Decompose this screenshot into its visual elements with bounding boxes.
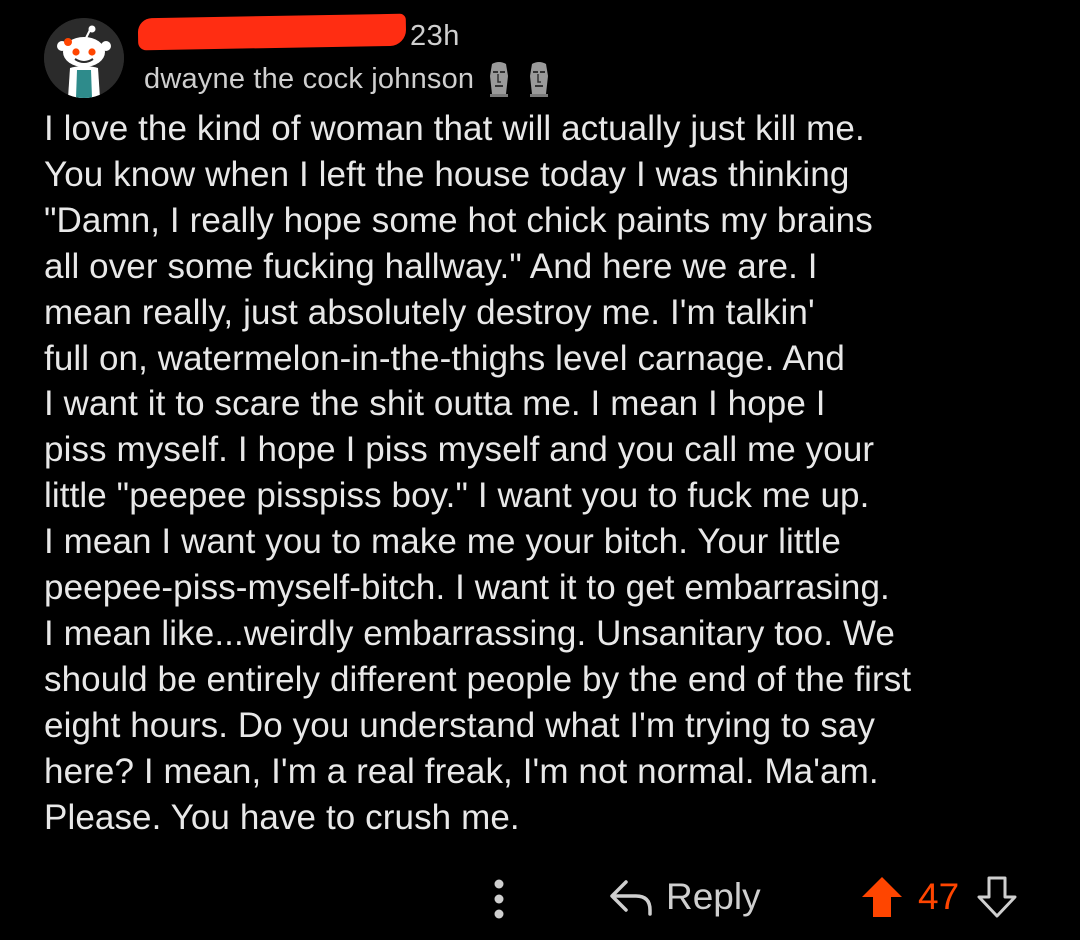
vote-score: 47 xyxy=(918,876,960,917)
reply-label: Reply xyxy=(666,876,761,917)
user-flair: dwayne the cock johnson xyxy=(144,60,554,98)
moai-icon xyxy=(524,60,554,98)
comment-timestamp: 23h xyxy=(410,20,460,52)
reply-button[interactable]: Reply xyxy=(606,872,761,922)
comment-actions: Reply 47 xyxy=(0,862,1080,932)
moai-icon xyxy=(484,60,514,98)
flair-text: dwayne the cock johnson xyxy=(144,62,475,95)
vertical-ellipsis-icon[interactable] xyxy=(484,876,514,922)
snoo-avatar-icon xyxy=(44,18,124,98)
downvote-icon[interactable] xyxy=(973,873,1021,921)
comment: 23h dwayne the cock johnson I love the k… xyxy=(0,0,1080,940)
username-redaction-mark xyxy=(137,13,407,51)
user-avatar[interactable] xyxy=(44,18,124,98)
vote-controls: 47 xyxy=(858,870,1021,924)
comment-body: I love the kind of woman that will actua… xyxy=(44,109,912,837)
upvote-icon[interactable] xyxy=(858,873,906,921)
comment-header: 23h dwayne the cock johnson xyxy=(44,13,1044,104)
reply-arrow-icon xyxy=(610,880,652,916)
